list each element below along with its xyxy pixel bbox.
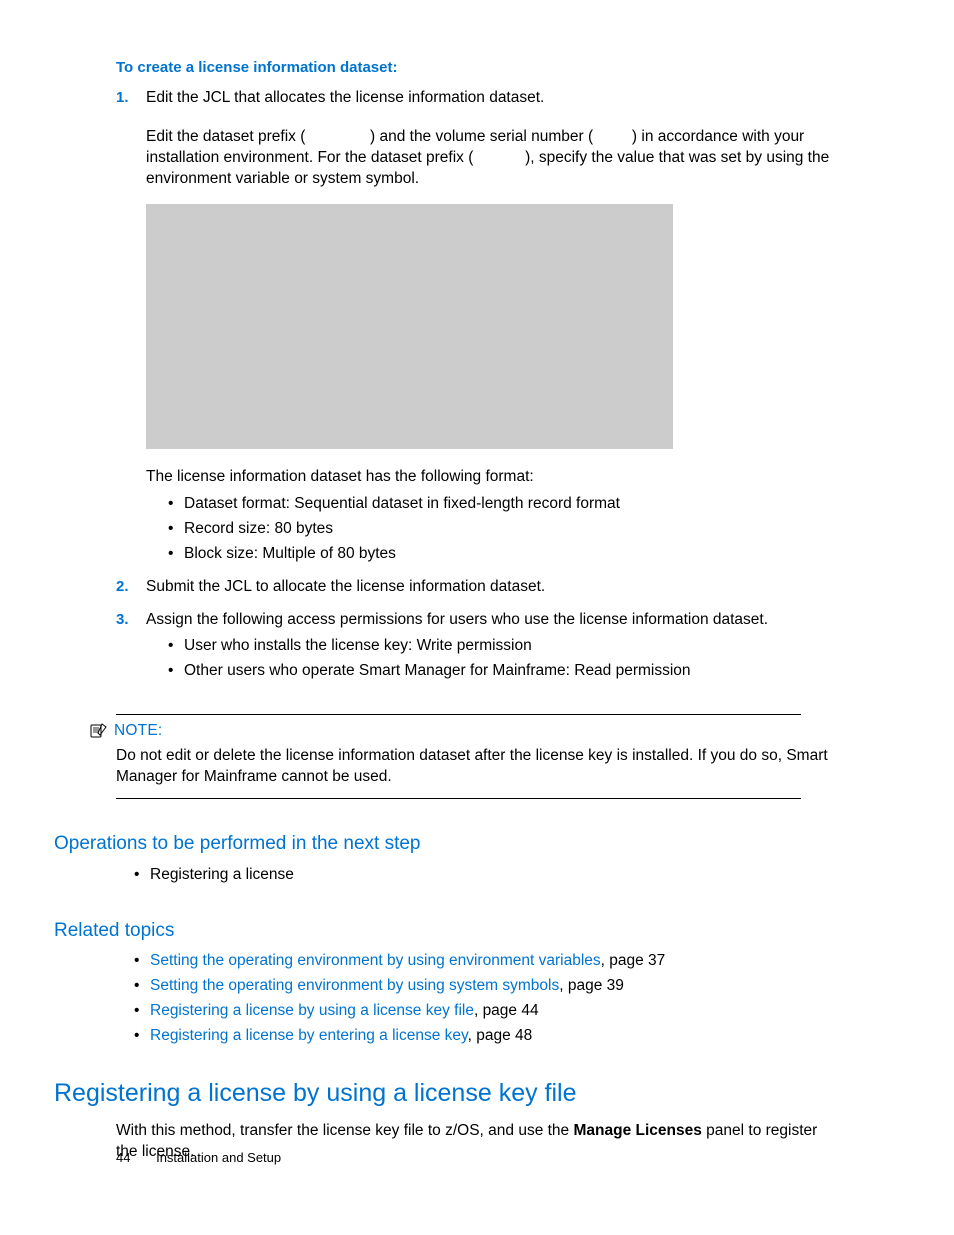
page-number: 44 xyxy=(116,1150,130,1165)
page-ref: , page 39 xyxy=(559,977,624,994)
text: ) and the volume serial number ( xyxy=(370,128,593,145)
placeholder-prefix xyxy=(310,128,366,145)
note-body: Do not edit or delete the license inform… xyxy=(116,746,838,788)
panel-name-bold: Manage Licenses xyxy=(573,1122,701,1139)
footer-title: Installation and Setup xyxy=(156,1150,281,1165)
list-item: Registering a license by using a license… xyxy=(134,1001,838,1022)
step-2-text: Submit the JCL to allocate the license i… xyxy=(146,577,838,598)
step-1-detail: Edit the dataset prefix ( ) and the volu… xyxy=(146,127,838,190)
step-1: 1. Edit the JCL that allocates the licen… xyxy=(116,88,838,570)
list-item: Block size: Multiple of 80 bytes xyxy=(168,544,838,565)
placeholder-volser xyxy=(597,128,627,145)
related-link[interactable]: Registering a license by entering a lice… xyxy=(150,1027,468,1044)
related-link[interactable]: Setting the operating environment by usi… xyxy=(150,952,601,969)
step-number: 2. xyxy=(116,577,146,597)
divider xyxy=(116,714,801,715)
format-list: Dataset format: Sequential dataset in fi… xyxy=(168,494,838,565)
text: Edit the dataset prefix ( xyxy=(146,128,305,145)
step-1-format-intro: The license information dataset has the … xyxy=(146,467,838,488)
note-icon xyxy=(90,722,108,742)
permissions-list: User who installs the license key: Write… xyxy=(168,636,838,682)
next-step-heading: Operations to be performed in the next s… xyxy=(54,831,838,857)
placeholder-prefix-2 xyxy=(478,149,521,166)
page-ref: , page 37 xyxy=(601,952,666,969)
list-item: Setting the operating environment by usi… xyxy=(134,951,838,972)
step-3: 3. Assign the following access permissio… xyxy=(116,610,838,689)
jcl-code-block xyxy=(146,204,673,449)
note-label: NOTE: xyxy=(114,721,162,742)
step-3-text: Assign the following access permissions … xyxy=(146,610,838,631)
related-link[interactable]: Registering a license by using a license… xyxy=(150,1002,474,1019)
next-step-list: Registering a license xyxy=(134,865,838,886)
list-item: Registering a license xyxy=(134,865,838,886)
divider xyxy=(116,798,801,799)
list-item: Other users who operate Smart Manager fo… xyxy=(168,661,838,682)
related-link[interactable]: Setting the operating environment by usi… xyxy=(150,977,559,994)
note-block: NOTE: Do not edit or delete the license … xyxy=(116,714,838,799)
list-item: User who installs the license key: Write… xyxy=(168,636,838,657)
step-1-intro: Edit the JCL that allocates the license … xyxy=(146,88,838,109)
section-heading: Registering a license by using a license… xyxy=(54,1077,838,1111)
related-topics-heading: Related topics xyxy=(54,918,838,944)
procedure-title: To create a license information dataset: xyxy=(116,58,838,78)
text: With this method, transfer the license k… xyxy=(116,1122,573,1139)
list-item: Setting the operating environment by usi… xyxy=(134,976,838,997)
ordered-steps: 1. Edit the JCL that allocates the licen… xyxy=(116,88,838,688)
step-number: 1. xyxy=(116,88,146,108)
page-ref: , page 44 xyxy=(474,1002,539,1019)
page-footer: 44 Installation and Setup xyxy=(116,1149,281,1167)
related-topics-list: Setting the operating environment by usi… xyxy=(134,951,838,1047)
step-number: 3. xyxy=(116,610,146,630)
step-2: 2. Submit the JCL to allocate the licens… xyxy=(116,577,838,604)
list-item: Record size: 80 bytes xyxy=(168,519,838,540)
list-item: Registering a license by entering a lice… xyxy=(134,1026,838,1047)
list-item: Dataset format: Sequential dataset in fi… xyxy=(168,494,838,515)
page-ref: , page 48 xyxy=(468,1027,533,1044)
